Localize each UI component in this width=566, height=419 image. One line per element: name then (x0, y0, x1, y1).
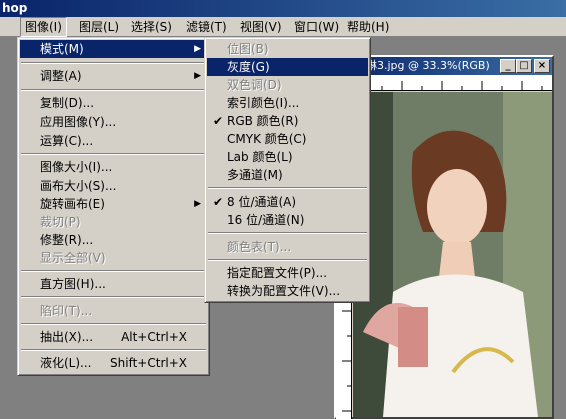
menu-item-extract[interactable]: 抽出(X)... Alt+Ctrl+X (20, 328, 207, 346)
close-button[interactable]: × (534, 59, 550, 73)
document-title: 琳3.jpg @ 33.3%(RGB) (366, 59, 490, 72)
menu-item-duotone[interactable]: 双色调(D) (207, 76, 368, 94)
menu-separator (21, 296, 206, 298)
menu-item-multichannel[interactable]: 多通道(M) (207, 166, 368, 184)
menu-item-indexed-color[interactable]: 索引颜色(I)... (207, 94, 368, 112)
menu-item-lab-color[interactable]: Lab 颜色(L) (207, 148, 368, 166)
menu-item-adjust[interactable]: 调整(A) ▶ (20, 67, 207, 85)
checkmark-icon: ✔ (213, 114, 224, 128)
menu-item-grayscale[interactable]: 灰度(G) (207, 58, 368, 76)
document-image[interactable] (353, 92, 552, 417)
menu-item-label: 抽出(X)... (40, 330, 94, 344)
menu-item-apply-image[interactable]: 应用图像(Y)... (20, 113, 207, 131)
menu-item-image-size[interactable]: 图像大小(I)... (20, 158, 207, 176)
menu-item-16bit[interactable]: 16 位/通道(N) (207, 211, 368, 229)
submenu-arrow-icon: ▶ (194, 199, 201, 209)
menu-separator (21, 323, 206, 325)
submenu-arrow-icon: ▶ (194, 44, 201, 54)
menu-item-label: 8 位/通道(A) (227, 195, 297, 209)
image-menu: 模式(M) ▶ 调整(A) ▶ 复制(D)... 应用图像(Y)... 运算(C… (17, 37, 210, 376)
menu-item-reveal-all[interactable]: 显示全部(V) (20, 249, 207, 267)
menu-item-8bit[interactable]: ✔ 8 位/通道(A) (207, 193, 368, 211)
menu-separator (208, 187, 367, 189)
menu-help[interactable]: 帮助(H) (343, 17, 393, 37)
menu-image[interactable]: 图像(I) (20, 17, 67, 37)
menu-separator (208, 259, 367, 261)
menu-bar: 图像(I) 图层(L) 选择(S) 滤镜(T) 视图(V) 窗口(W) 帮助(H… (0, 17, 566, 37)
menu-separator (21, 89, 206, 91)
menu-item-label: RGB 颜色(R) (227, 114, 299, 128)
shortcut-label: Alt+Ctrl+X (121, 330, 187, 344)
menu-item-canvas-size[interactable]: 画布大小(S)... (20, 177, 207, 195)
mode-submenu: 位图(B) 灰度(G) 双色调(D) 索引颜色(I)... ✔ RGB 颜色(R… (204, 37, 371, 303)
menu-item-color-table[interactable]: 颜色表(T)... (207, 238, 368, 256)
menu-item-label: 调整(A) (40, 69, 82, 83)
menu-item-label: 液化(L)... (40, 356, 92, 370)
menu-item-liquify[interactable]: 液化(L)... Shift+Ctrl+X (20, 354, 207, 372)
menu-view[interactable]: 视图(V) (236, 17, 286, 37)
shortcut-label: Shift+Ctrl+X (110, 356, 187, 370)
menu-item-calculations[interactable]: 运算(C)... (20, 132, 207, 150)
menu-separator (21, 62, 206, 64)
checkmark-icon: ✔ (213, 195, 224, 209)
menu-separator (208, 232, 367, 234)
menu-item-histogram[interactable]: 直方图(H)... (20, 275, 207, 293)
menu-item-rotate-canvas[interactable]: 旋转画布(E) ▶ (20, 195, 207, 213)
ruler-horizontal (352, 75, 552, 91)
menu-item-label: 模式(M) (40, 42, 84, 56)
menu-window[interactable]: 窗口(W) (290, 17, 343, 37)
menu-separator (21, 153, 206, 155)
menu-item-convert-profile[interactable]: 转换为配置文件(V)... (207, 282, 368, 300)
menu-layer[interactable]: 图层(L) (75, 17, 123, 37)
menu-item-bitmap[interactable]: 位图(B) (207, 40, 368, 58)
menu-item-trap[interactable]: 陷印(T)... (20, 302, 207, 320)
menu-item-crop[interactable]: 裁切(P) (20, 213, 207, 231)
app-title: hop (2, 1, 28, 15)
menu-select[interactable]: 选择(S) (127, 17, 176, 37)
menu-filter[interactable]: 滤镜(T) (182, 17, 231, 37)
menu-item-rgb-color[interactable]: ✔ RGB 颜色(R) (207, 112, 368, 130)
menu-item-cmyk-color[interactable]: CMYK 颜色(C) (207, 130, 368, 148)
app-title-bar: hop (0, 0, 566, 17)
maximize-button[interactable]: □ (516, 59, 532, 73)
menu-item-duplicate[interactable]: 复制(D)... (20, 94, 207, 112)
menu-item-label: 旋转画布(E) (40, 197, 105, 211)
menu-item-mode[interactable]: 模式(M) ▶ (20, 40, 207, 58)
menu-separator (21, 349, 206, 351)
menu-item-trim[interactable]: 修整(R)... (20, 231, 207, 249)
minimize-button[interactable]: _ (500, 59, 516, 73)
submenu-arrow-icon: ▶ (194, 71, 201, 81)
menu-item-assign-profile[interactable]: 指定配置文件(P)... (207, 264, 368, 282)
menu-separator (21, 270, 206, 272)
